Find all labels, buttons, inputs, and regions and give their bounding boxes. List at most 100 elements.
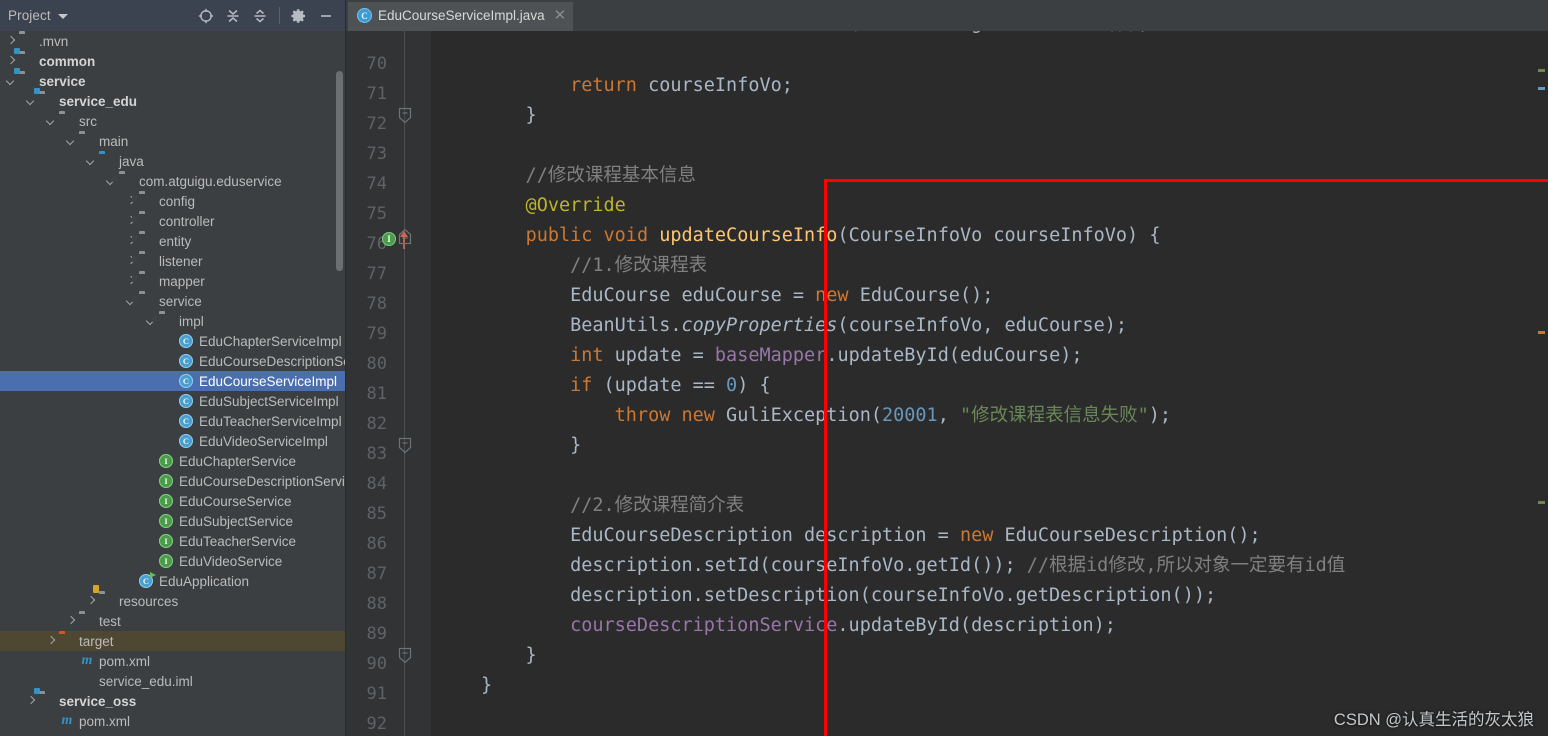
code-token: //2.修改课程简介表 — [481, 495, 745, 516]
tree-row[interactable]: m pom.xml — [0, 711, 345, 731]
java-interface-icon: I — [159, 533, 175, 549]
chevron-right-icon[interactable] — [6, 56, 17, 67]
chevron-right-icon[interactable] — [66, 616, 77, 627]
tree-row[interactable]: test — [0, 611, 345, 631]
error-stripe-mark[interactable] — [1538, 69, 1545, 72]
fold-end-icon[interactable] — [397, 107, 413, 125]
line-number: 82 — [366, 414, 387, 434]
folder-icon — [59, 113, 75, 129]
toolbar-divider — [279, 7, 280, 24]
java-interface-icon: I — [159, 493, 175, 509]
tree-row[interactable]: config — [0, 191, 345, 211]
tree-row[interactable]: com.atguigu.eduservice — [0, 171, 345, 191]
code-editor[interactable]: 70 71 72 73 74 75 76 77 78 79 80 81 82 83 84 85 86 87 88 89… — [346, 31, 1548, 736]
tree-row[interactable]: I EduChapterService — [0, 451, 345, 471]
chevron-down-icon[interactable] — [26, 96, 37, 107]
tree-row[interactable]: C EduVideoServiceImpl — [0, 431, 345, 451]
code-line: } — [481, 641, 537, 671]
tree-row[interactable]: java — [0, 151, 345, 171]
error-stripe-mark[interactable] — [1538, 331, 1545, 334]
tree-row-label: service_edu.iml — [99, 673, 193, 689]
project-panel-title[interactable]: Project — [8, 8, 51, 23]
code-line: //1.修改课程表 — [481, 251, 707, 281]
tree-row[interactable]: I EduSubjectService — [0, 511, 345, 531]
tree-row[interactable]: mapper — [0, 271, 345, 291]
tree-row[interactable]: listener — [0, 251, 345, 271]
tree-row[interactable]: m pom.xml — [0, 651, 345, 671]
chevron-down-icon[interactable] — [6, 76, 17, 87]
code-token: BeanUtils. — [481, 315, 682, 336]
java-interface-icon: I — [159, 513, 175, 529]
error-stripe[interactable] — [1536, 31, 1548, 736]
tree-row[interactable]: main — [0, 131, 345, 151]
code-token: copyProperties — [681, 315, 838, 336]
code-token: update = — [603, 345, 715, 366]
editor-gutter[interactable]: 70 71 72 73 74 75 76 77 78 79 80 81 82 83 84 85 86 87 88 89… — [346, 31, 431, 736]
tree-row-label: service_edu — [59, 93, 138, 109]
close-icon[interactable]: ✕ — [554, 8, 567, 23]
error-stripe-mark[interactable] — [1538, 501, 1545, 504]
tree-row[interactable]: C EduTeacherServiceImpl — [0, 411, 345, 431]
tree-row[interactable]: C EduApplication — [0, 571, 345, 591]
tree-row[interactable]: target — [0, 631, 345, 651]
chevron-right-icon[interactable] — [6, 36, 17, 47]
tree-row[interactable]: resources — [0, 591, 345, 611]
implements-method-icon[interactable]: I — [382, 232, 396, 246]
code-token: EduCourse eduCourse = — [481, 285, 816, 306]
gear-icon[interactable] — [286, 3, 312, 29]
project-tree-scrollbar[interactable] — [336, 71, 343, 271]
fold-end-icon[interactable] — [397, 437, 413, 455]
line-number: 89 — [366, 624, 387, 644]
tree-row[interactable]: I EduCourseDescriptionService — [0, 471, 345, 491]
chevron-right-icon[interactable] — [46, 636, 57, 647]
chevron-right-icon[interactable] — [86, 596, 97, 607]
tree-row[interactable]: service — [0, 71, 345, 91]
tree-row[interactable]: I EduCourseService — [0, 491, 345, 511]
tree-row-label: test — [99, 613, 121, 629]
tree-row[interactable]: src — [0, 111, 345, 131]
code-line: return courseInfoVo; — [481, 71, 793, 101]
tree-row[interactable]: C EduCourseServiceImpl — [0, 371, 345, 391]
minimize-icon[interactable] — [313, 3, 339, 29]
tree-row-label: common — [39, 53, 96, 69]
tree-row[interactable]: common — [0, 51, 345, 71]
code-token: (courseInfoVo, eduCourse); — [837, 315, 1128, 336]
collapse-all-icon[interactable] — [247, 3, 273, 29]
maven-pom-icon: m — [61, 713, 73, 728]
chevron-down-icon[interactable] — [57, 14, 68, 19]
expand-all-icon[interactable] — [220, 3, 246, 29]
tree-row[interactable]: impl — [0, 311, 345, 331]
code-token: } — [481, 105, 537, 126]
code-line: EduCourse eduCourse = new EduCourse(); — [481, 281, 993, 311]
tree-row-label: EduChapterServiceImpl — [199, 333, 342, 349]
tree-row[interactable]: .mvn — [0, 31, 345, 51]
tree-row[interactable]: service_oss — [0, 691, 345, 711]
source-folder-icon — [99, 153, 115, 169]
tree-row[interactable]: service — [0, 291, 345, 311]
tree-row[interactable]: service.iml — [0, 731, 345, 736]
tree-row[interactable]: I EduVideoService — [0, 551, 345, 571]
chevron-down-icon[interactable] — [86, 156, 97, 167]
tree-row[interactable]: C EduChapterServiceImpl — [0, 331, 345, 351]
tree-row[interactable]: C EduSubjectServiceImpl — [0, 391, 345, 411]
code-token: EduCourseDescription description = — [481, 525, 960, 546]
fold-end-icon[interactable] — [397, 647, 413, 665]
error-stripe-mark[interactable] — [1538, 87, 1545, 90]
tree-row[interactable]: service_edu — [0, 91, 345, 111]
package-icon — [119, 173, 135, 189]
line-number: 73 — [366, 144, 387, 164]
tree-row[interactable]: CEduCourseDescriptionServiceImpl — [0, 351, 345, 371]
tree-row[interactable]: I EduTeacherService — [0, 531, 345, 551]
chevron-down-icon[interactable] — [46, 116, 57, 127]
tree-row[interactable]: entity — [0, 231, 345, 251]
tree-row[interactable]: controller — [0, 211, 345, 231]
chevron-down-icon[interactable] — [66, 136, 77, 147]
locate-target-icon[interactable] — [193, 3, 219, 29]
chevron-right-icon[interactable] — [26, 696, 37, 707]
tab-educourseserviceimpl[interactable]: C EduCourseServiceImpl.java ✕ — [348, 2, 574, 31]
tree-row[interactable]: service_edu.iml — [0, 671, 345, 691]
code-content[interactable]: return courseInfoVo; } //修改课程基本信息 @Overr… — [431, 31, 1548, 736]
fold-start-icon[interactable] — [397, 227, 413, 245]
